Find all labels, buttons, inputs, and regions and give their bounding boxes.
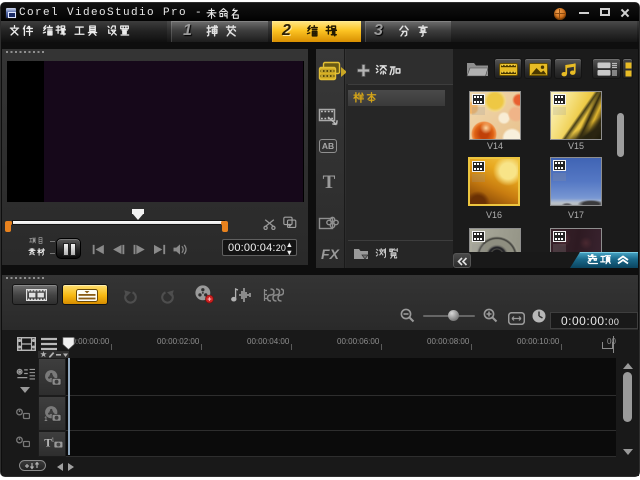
svg-text:1: 1 — [51, 437, 54, 443]
svg-text:1: 1 — [44, 416, 48, 422]
